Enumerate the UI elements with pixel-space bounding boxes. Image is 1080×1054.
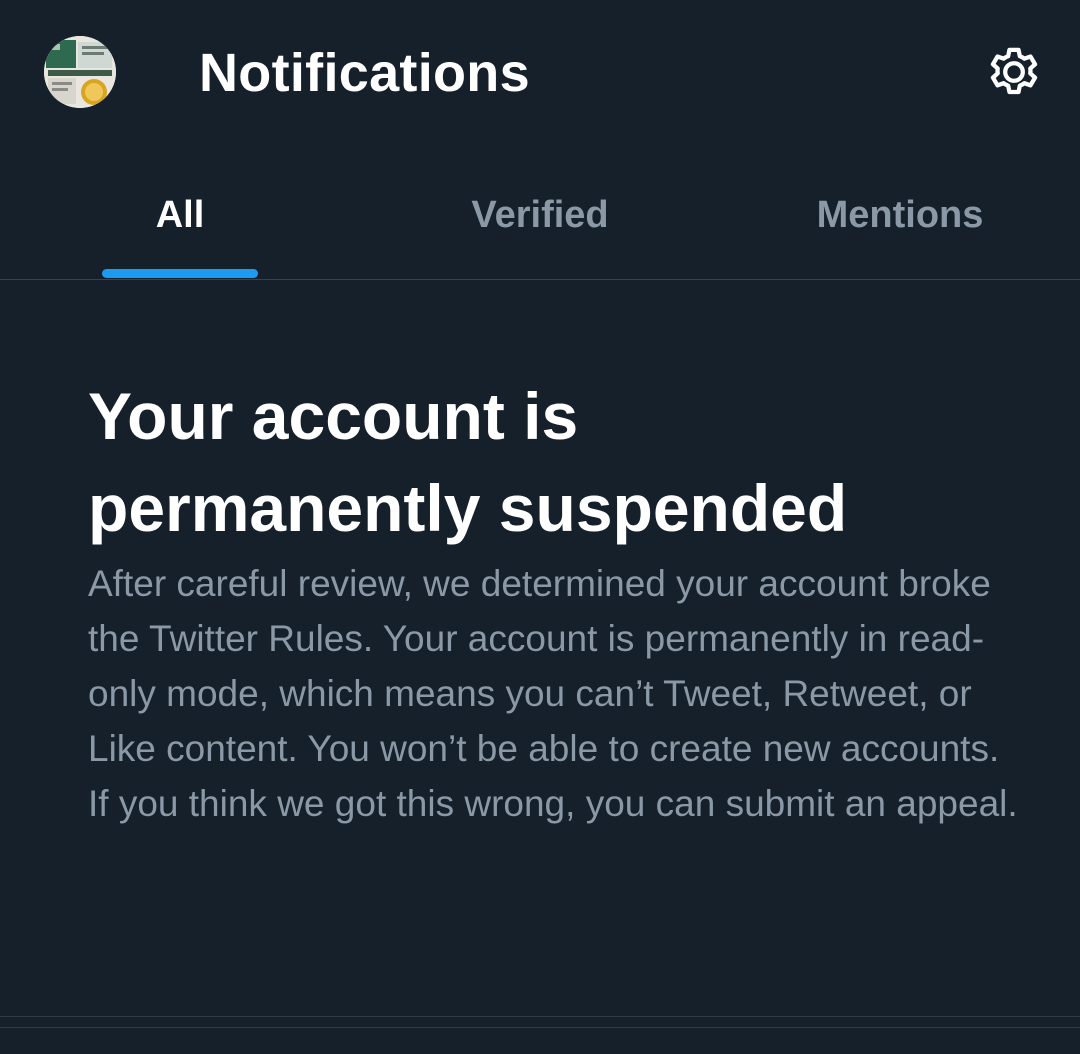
tab-verified[interactable]: Verified — [360, 145, 720, 280]
notice-title: Your account is permanently suspended — [88, 379, 848, 545]
suspension-notice: Your account is permanently suspended Af… — [88, 370, 1028, 831]
tab-all-label: All — [155, 194, 205, 236]
profile-avatar[interactable] — [44, 36, 116, 108]
divider — [0, 1027, 1080, 1028]
top-bar: Notifications — [0, 0, 1080, 145]
tab-mentions[interactable]: Mentions — [720, 145, 1080, 280]
tab-verified-label: Verified — [471, 194, 609, 236]
avatar-image — [44, 36, 116, 108]
settings-button[interactable] — [982, 40, 1046, 104]
active-tab-indicator — [102, 269, 258, 278]
gear-icon — [990, 47, 1038, 95]
divider — [0, 1016, 1080, 1017]
tab-mentions-label: Mentions — [816, 194, 984, 236]
tab-all[interactable]: All — [0, 145, 360, 280]
notification-tabs: All Verified Mentions — [0, 145, 1080, 280]
notice-body: After careful review, we determined your… — [88, 563, 1018, 824]
page-title: Notifications — [199, 43, 530, 103]
